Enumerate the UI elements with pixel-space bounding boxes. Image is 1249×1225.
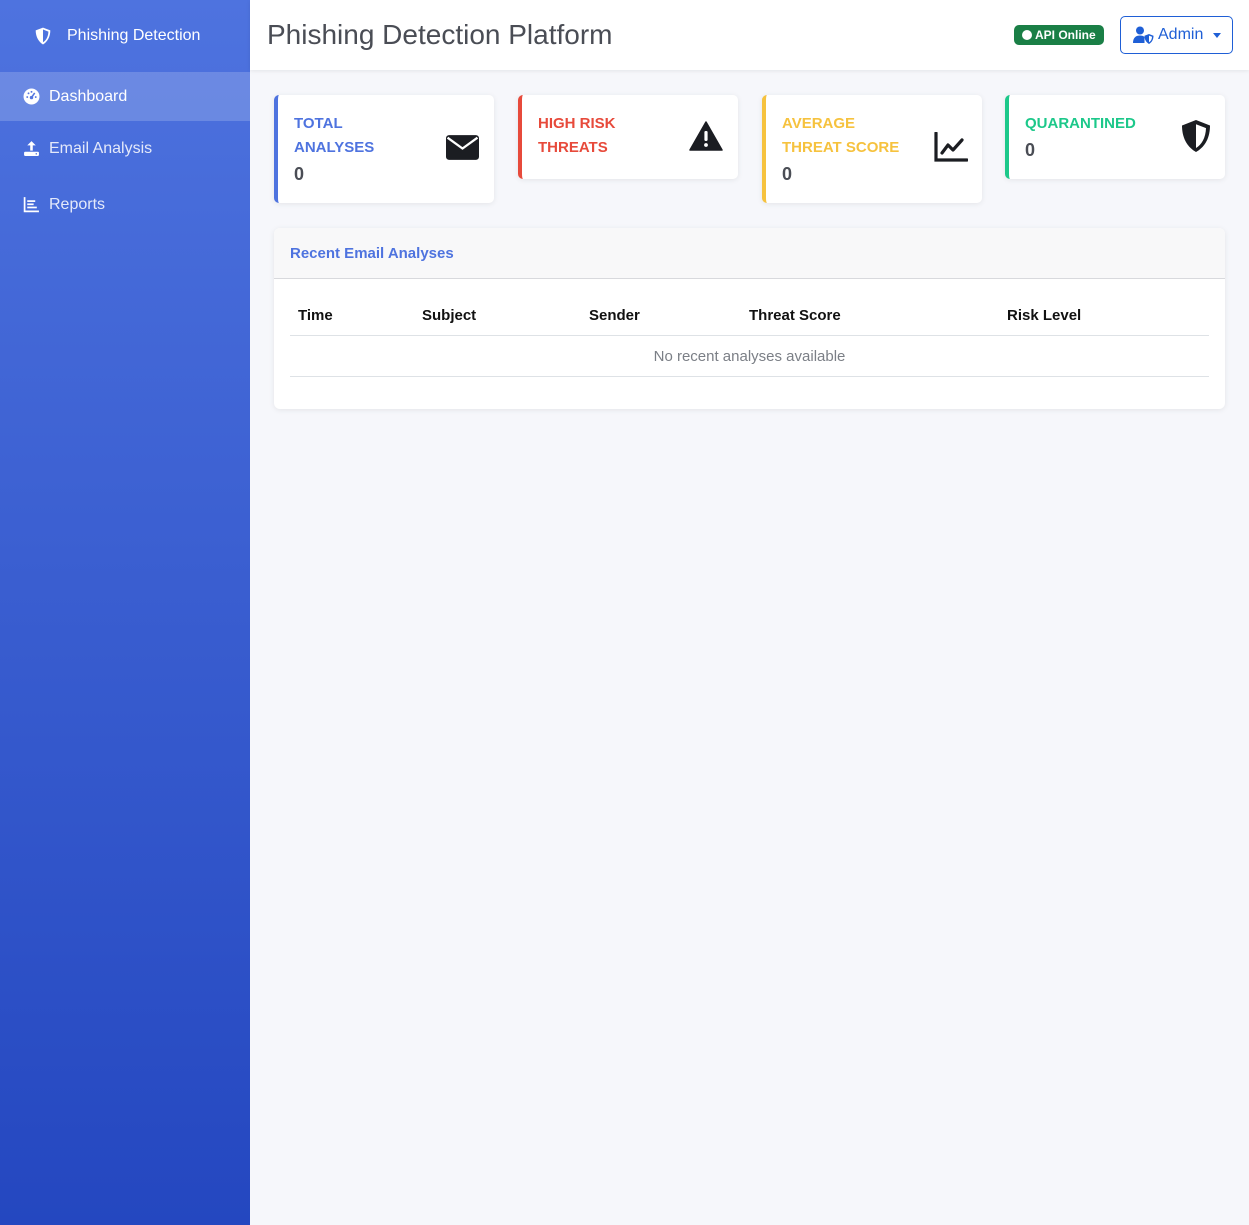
recent-analyses-table: Time Subject Sender Threat Score Risk Le…	[290, 296, 1209, 377]
shield-icon	[34, 27, 52, 45]
column-header-risk-level[interactable]: Risk Level	[1007, 307, 1081, 324]
sidebar-item-label: Email Analysis	[49, 140, 153, 157]
shield-icon	[1181, 119, 1211, 153]
card-label: Total Analyses	[294, 115, 375, 156]
card-label: Average Threat Score	[782, 115, 900, 156]
sidebar-item-reports[interactable]: Reports	[0, 177, 250, 233]
recent-analyses-card: Recent Email Analyses Time Subject Sende…	[274, 228, 1225, 409]
card-average-threat-score: Average Threat Score 0	[762, 95, 982, 203]
admin-menu-button[interactable]: Admin	[1120, 16, 1233, 54]
card-quarantined: Quarantined 0	[1005, 95, 1225, 179]
column-header-subject[interactable]: Subject	[422, 307, 476, 324]
envelope-icon	[446, 135, 479, 160]
warning-icon	[689, 121, 723, 151]
card-total-analyses: Total Analyses 0	[274, 95, 494, 203]
sidebar-item-email-analysis[interactable]: Email Analysis	[0, 121, 250, 177]
sidebar-brand[interactable]: Phishing Detection	[0, 0, 250, 72]
sidebar-item-dashboard[interactable]: Dashboard	[0, 72, 250, 121]
card-value: 0	[1025, 140, 1036, 160]
admin-button-label: Admin	[1158, 26, 1204, 43]
user-shield-icon	[1133, 26, 1154, 44]
page-title: Phishing Detection Platform	[267, 19, 613, 50]
api-status-badge: API Online	[1014, 25, 1104, 45]
sidebar-item-label: Reports	[49, 196, 106, 213]
empty-message: No recent analyses available	[653, 347, 846, 365]
column-header-threat-score[interactable]: Threat Score	[749, 307, 841, 324]
card-high-risk-threats: High Risk Threats	[518, 95, 738, 179]
card-label: High Risk Threats	[538, 115, 616, 156]
caret-down-icon	[1213, 32, 1222, 38]
chart-icon	[23, 196, 41, 214]
column-header-time[interactable]: Time	[298, 307, 333, 324]
card-value: 0	[294, 164, 305, 184]
table-header-row: Time Subject Sender Threat Score Risk Le…	[290, 296, 1209, 336]
status-dot-icon	[1022, 30, 1032, 40]
recent-analyses-header: Recent Email Analyses	[274, 228, 1225, 279]
line-chart-icon	[934, 132, 968, 162]
upload-icon	[23, 140, 41, 158]
card-value: 0	[782, 164, 793, 184]
dashboard-icon	[23, 88, 41, 106]
sidebar-item-label: Dashboard	[49, 87, 128, 105]
table-empty-row: No recent analyses available	[290, 336, 1209, 377]
recent-analyses-title: Recent Email Analyses	[290, 244, 454, 262]
brand-label: Phishing Detection	[67, 27, 201, 44]
column-header-sender[interactable]: Sender	[589, 307, 640, 324]
sidebar: Phishing Detection Dashboard Email Analy…	[0, 0, 250, 1225]
top-bar: Phishing Detection Platform API Online A…	[250, 0, 1249, 70]
api-status-label: API Online	[1035, 28, 1096, 42]
card-label: Quarantined	[1025, 115, 1136, 132]
